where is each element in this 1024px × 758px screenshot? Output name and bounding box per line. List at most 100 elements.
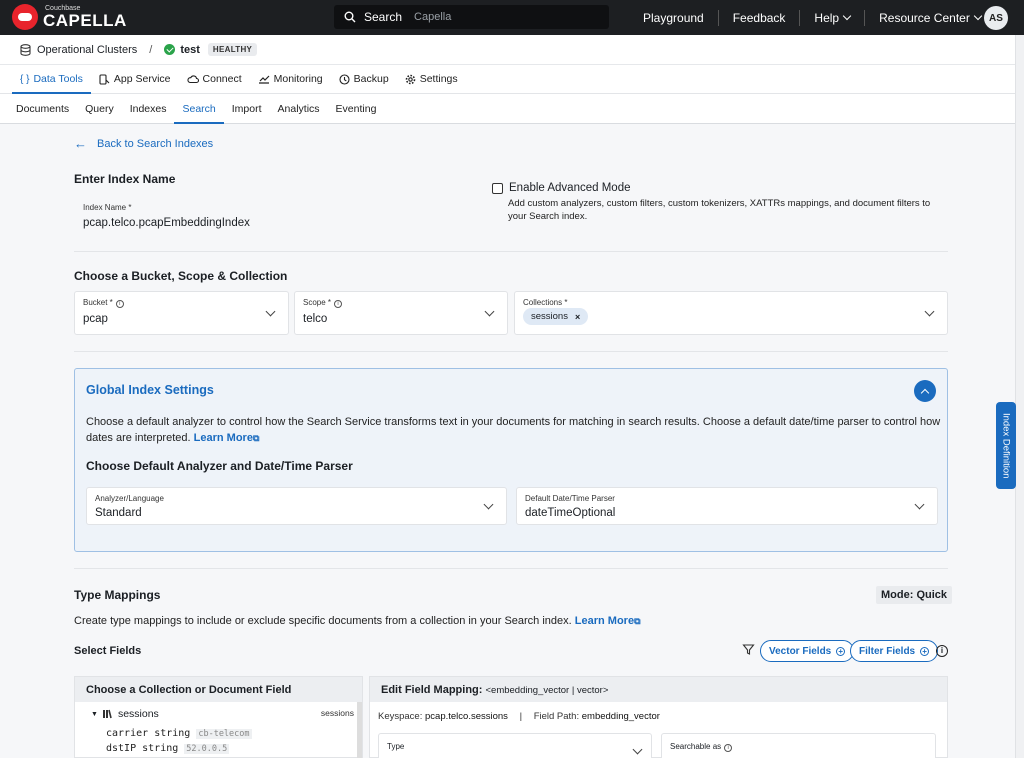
divider [74,351,948,352]
resource-center-menu[interactable]: Resource Center [865,10,995,26]
learn-more-link[interactable]: Learn More⧉ [575,615,641,627]
bucket-label: Bucket * [83,298,113,307]
top-nav: Playground Feedback Help Resource Center [629,0,995,35]
breadcrumb-operational-clusters[interactable]: Operational Clusters [37,44,137,56]
advanced-mode-checkbox[interactable] [492,182,503,194]
chevron-down-icon [484,306,495,317]
scope-label: Scope * [303,298,332,307]
collection-field-tree-panel: Choose a Collection or Document Field ▼ … [74,676,363,758]
index-name-field[interactable]: pcap.telco.pcapEmbeddingIndex [83,217,250,229]
advanced-mode-label: Enable Advanced Mode [509,182,631,194]
edit-field-mapping-header: Edit Field Mapping: <embedding_vector | … [370,677,947,702]
capella-logo[interactable]: Couchbase CAPELLA [12,4,127,30]
collections-label: Collections * [523,298,568,307]
collections-select[interactable]: Collections * sessions × [514,291,948,335]
back-to-search-indexes-link[interactable]: ← Back to Search Indexes [74,136,213,151]
feedback-link[interactable]: Feedback [719,9,801,26]
vector-fields-button[interactable]: Vector Fields + [760,640,855,662]
external-link-icon: ⧉ [252,433,260,443]
field-row[interactable]: carrier string cb-telecom [106,728,252,739]
collection-icon [102,709,112,719]
chevron-down-icon [924,306,935,317]
plus-icon: + [920,646,930,656]
filter-fields-button[interactable]: Filter Fields + [850,640,939,662]
tab-backup[interactable]: Backup [331,65,397,93]
cluster-name[interactable]: test [180,44,200,56]
global-settings-description: Choose a default analyzer to control how… [86,416,941,444]
index-name-label: Index Name * [83,203,132,212]
filter-icon[interactable] [742,643,755,656]
advanced-mode-toggle[interactable]: Enable Advanced Mode [492,182,630,194]
arrow-left-icon: ← [74,136,87,151]
clock-icon [339,73,350,85]
learn-more-link[interactable]: Learn More⧉ [194,432,260,444]
braces-icon: { } [20,73,30,85]
field-row[interactable]: dstIP string 52.0.0.5 [106,743,230,754]
user-avatar[interactable]: AS [984,6,1008,30]
tab-connect[interactable]: Connect [179,65,250,93]
type-label: Type [387,742,405,751]
search-input[interactable] [414,11,565,23]
chevron-down-icon [483,499,494,510]
collection-chip: sessions × [523,308,589,325]
search-label: Search [364,10,403,24]
mode-badge: Mode: Quick [876,586,953,604]
analyzer-value: Standard [95,507,142,519]
subtab-import[interactable]: Import [224,94,270,123]
global-search[interactable]: Search [334,5,609,29]
tab-settings[interactable]: Settings [397,65,466,93]
help-menu[interactable]: Help [800,9,866,26]
chevron-down-icon [632,744,643,755]
field-path-value: embedding_vector [581,711,660,722]
scope-select[interactable]: Scope * i telco [294,291,508,335]
subtab-query[interactable]: Query [77,94,122,123]
subtab-analytics[interactable]: Analytics [270,94,328,123]
breadcrumb-separator: / [149,43,153,56]
page-scrollbar[interactable] [1015,35,1024,758]
healthy-check-icon [164,44,176,55]
cloud-icon [186,75,199,84]
tab-app-service[interactable]: App Service [91,65,179,93]
subtab-eventing[interactable]: Eventing [328,94,385,123]
info-icon[interactable]: i [936,645,948,657]
edit-field-mapping-panel: Edit Field Mapping: <embedding_vector | … [369,676,948,758]
bucket-scope-collection-heading: Choose a Bucket, Scope & Collection [74,269,288,283]
top-bar: Couchbase CAPELLA Search Playground Feed… [0,0,1024,35]
collapse-button[interactable] [914,380,936,402]
type-select[interactable]: Type [378,733,652,758]
scope-value: telco [303,313,328,325]
analyzer-label: Analyzer/Language [95,494,164,503]
searchable-as-label: Searchable as [670,742,722,751]
external-link-icon: ⧉ [634,616,641,626]
search-index-editor: ← Back to Search Indexes Enter Index Nam… [0,125,1015,758]
bucket-select[interactable]: Bucket * i pcap [74,291,289,335]
gear-icon [405,74,415,84]
panel-scrollbar[interactable] [357,702,362,758]
select-fields-heading: Select Fields [74,645,142,657]
date-time-parser-select[interactable]: Default Date/Time Parser dateTimeOptiona… [516,487,938,525]
subtab-search[interactable]: Search [174,94,225,124]
tab-monitoring[interactable]: Monitoring [250,65,331,93]
tree-panel-header: Choose a Collection or Document Field [75,677,362,702]
searchable-as-field[interactable]: Searchable as i [661,733,936,758]
default-analyzer-heading: Choose Default Analyzer and Date/Time Pa… [86,459,353,473]
caret-down-icon: ▼ [91,710,98,718]
info-icon: i [334,300,343,308]
tree-item-sessions[interactable]: ▼ sessions [91,708,159,720]
parser-value: dateTimeOptional [525,507,616,519]
index-definition-tab[interactable]: Index Definition [996,402,1016,489]
subtab-indexes[interactable]: Indexes [122,94,175,123]
chart-icon [258,75,270,84]
divider [74,568,948,569]
advanced-mode-description: Add custom analyzers, custom filters, cu… [508,198,931,222]
analyzer-select[interactable]: Analyzer/Language Standard [86,487,507,525]
plus-icon: + [836,646,846,656]
remove-chip-icon[interactable]: × [575,312,580,322]
info-icon: i [115,300,124,308]
playground-link[interactable]: Playground [629,9,719,26]
tree-item-collection-tag: sessions [320,708,354,718]
subtab-documents[interactable]: Documents [8,94,77,123]
status-badge: HEALTHY [207,43,258,56]
tab-data-tools[interactable]: { } Data Tools [12,65,91,94]
enter-index-name-heading: Enter Index Name [74,172,176,186]
